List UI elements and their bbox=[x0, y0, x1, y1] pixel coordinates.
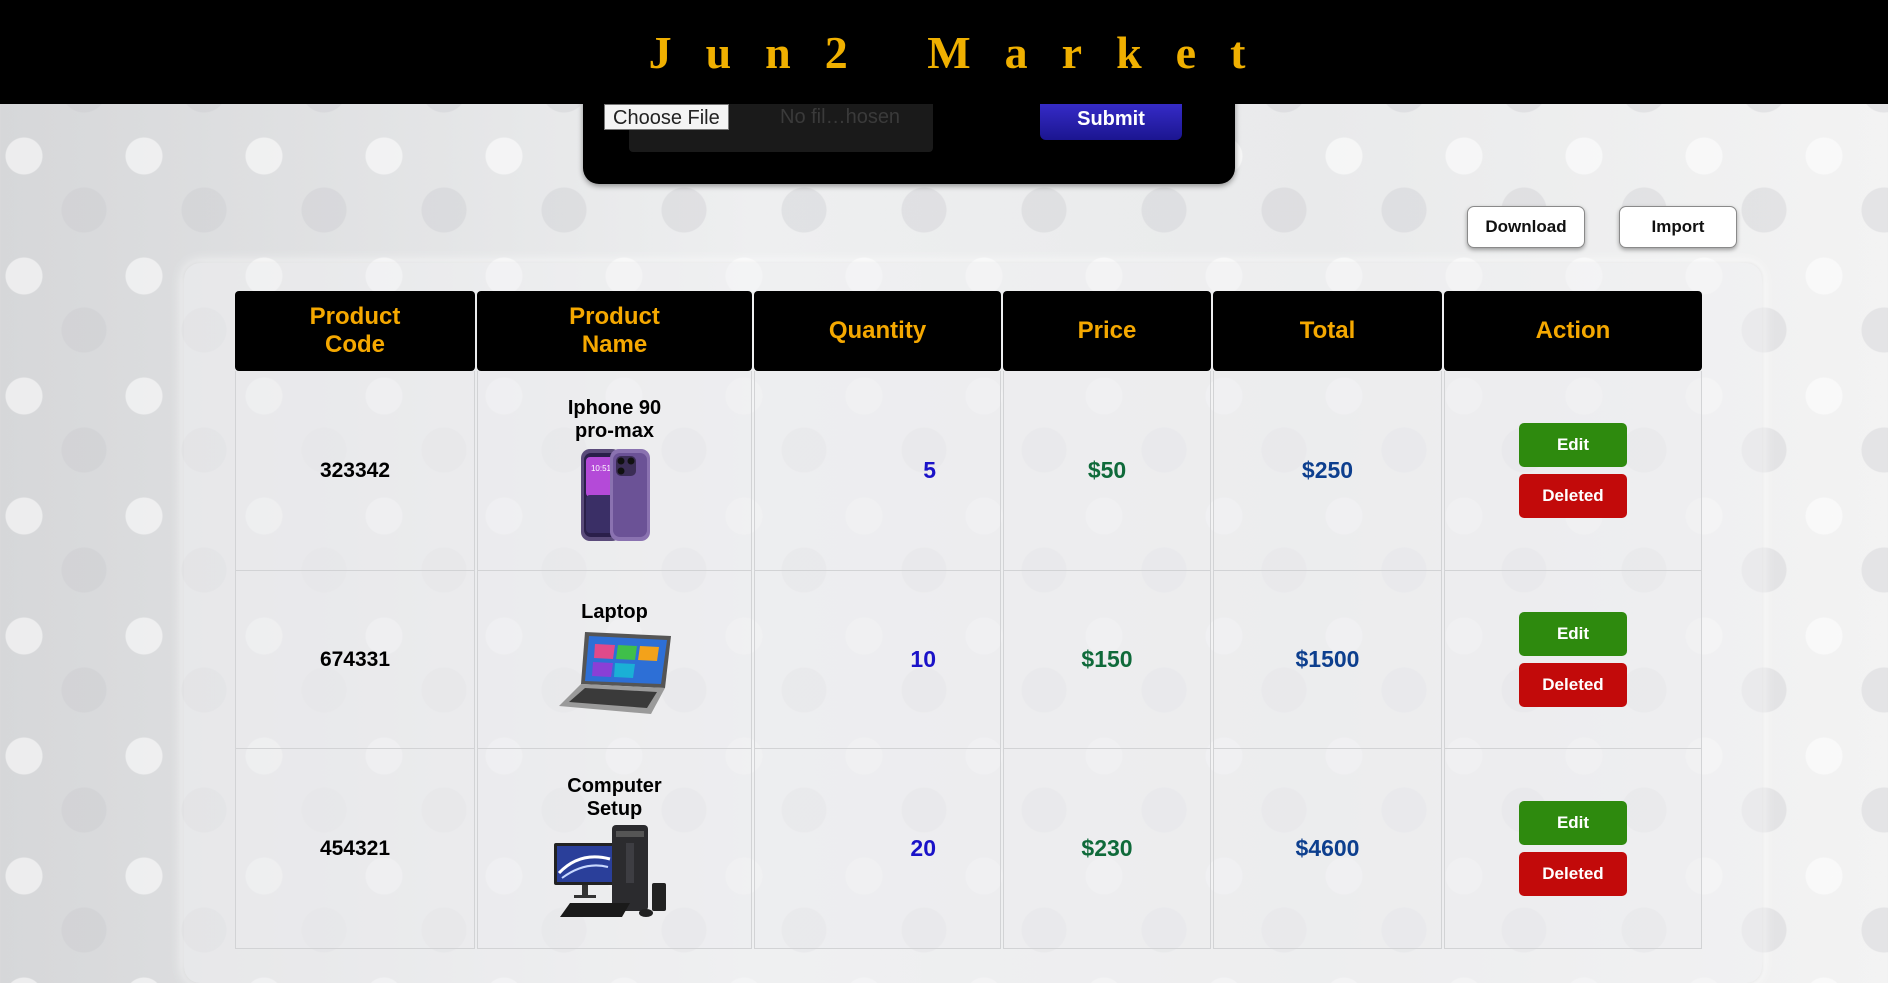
cell-price: $50 bbox=[1003, 371, 1211, 571]
product-name-line: pro-max bbox=[575, 419, 654, 442]
total-value: $4600 bbox=[1295, 835, 1360, 861]
header-total: Total bbox=[1213, 291, 1442, 371]
cell-code: 323342 bbox=[235, 371, 475, 571]
quantity-value: 5 bbox=[923, 457, 936, 483]
product-name-line: Laptop bbox=[581, 601, 648, 623]
cell-action: Edit Deleted bbox=[1444, 749, 1702, 949]
total-value: $1500 bbox=[1295, 646, 1360, 672]
computer-setup-image bbox=[553, 824, 666, 917]
price-value: $150 bbox=[1081, 646, 1133, 672]
table-row: 674331 Laptop 10 $150 $1500 Edit Deleted bbox=[235, 571, 1702, 749]
download-button[interactable]: Download bbox=[1467, 206, 1585, 248]
cell-action: Edit Deleted bbox=[1444, 371, 1702, 571]
header-label: Product bbox=[569, 303, 660, 330]
edit-button[interactable]: Edit bbox=[1519, 612, 1627, 656]
submit-button[interactable]: Submit bbox=[1040, 98, 1182, 140]
cell-name: Laptop bbox=[477, 571, 752, 749]
cell-quantity: 5 bbox=[754, 371, 1001, 571]
cell-action: Edit Deleted bbox=[1444, 571, 1702, 749]
product-code: 674331 bbox=[319, 647, 391, 671]
delete-button[interactable]: Deleted bbox=[1519, 474, 1627, 518]
quantity-value: 10 bbox=[910, 646, 936, 672]
product-code: 454321 bbox=[319, 836, 391, 860]
laptop-image bbox=[558, 632, 671, 714]
choose-file-button[interactable]: Choose File bbox=[604, 104, 729, 130]
product-name-line: Setup bbox=[586, 797, 643, 820]
quantity-value: 20 bbox=[910, 835, 936, 861]
cell-quantity: 10 bbox=[754, 571, 1001, 749]
price-value: $230 bbox=[1081, 835, 1133, 861]
cell-code: 674331 bbox=[235, 571, 475, 749]
cell-name: Iphone 90 pro-max 10:51 bbox=[477, 371, 752, 571]
table-row: 323342 Iphone 90 pro-max 10:51 5 $50 $25… bbox=[235, 371, 1702, 571]
iphone-image: 10:51 bbox=[580, 448, 650, 541]
delete-button[interactable]: Deleted bbox=[1519, 663, 1627, 707]
brand-title: Jun2 Market bbox=[648, 26, 1280, 78]
cell-total: $250 bbox=[1213, 371, 1442, 571]
cell-quantity: 20 bbox=[754, 749, 1001, 949]
header-label: Product bbox=[309, 303, 401, 330]
products-table: Product Code Product Name Quantity Price… bbox=[233, 291, 1704, 949]
top-bar: Jun2 Market bbox=[0, 0, 1888, 104]
delete-button[interactable]: Deleted bbox=[1519, 852, 1627, 896]
product-name: Laptop bbox=[478, 601, 751, 624]
total-value: $250 bbox=[1301, 457, 1354, 483]
table-header-row: Product Code Product Name Quantity Price… bbox=[235, 291, 1702, 371]
product-name: Computer Setup bbox=[478, 775, 751, 821]
product-name-line: Iphone 90 bbox=[567, 396, 662, 419]
product-name-line: Computer bbox=[567, 774, 662, 797]
header-product-name: Product Name bbox=[477, 291, 752, 371]
svg-text:10:51: 10:51 bbox=[590, 464, 611, 473]
header-label: Name bbox=[581, 331, 648, 358]
product-code: 323342 bbox=[319, 458, 391, 482]
file-status-text: No fil…hosen bbox=[780, 106, 901, 128]
cell-total: $4600 bbox=[1213, 749, 1442, 949]
cell-code: 454321 bbox=[235, 749, 475, 949]
edit-button[interactable]: Edit bbox=[1519, 801, 1627, 845]
header-action: Action bbox=[1444, 291, 1702, 371]
header-price: Price bbox=[1003, 291, 1211, 371]
header-product-code: Product Code bbox=[235, 291, 475, 371]
product-name: Iphone 90 pro-max bbox=[478, 397, 751, 443]
header-label: Code bbox=[325, 331, 385, 358]
header-quantity: Quantity bbox=[754, 291, 1001, 371]
cell-price: $230 bbox=[1003, 749, 1211, 949]
cell-price: $150 bbox=[1003, 571, 1211, 749]
cell-total: $1500 bbox=[1213, 571, 1442, 749]
cell-name: Computer Setup bbox=[477, 749, 752, 949]
edit-button[interactable]: Edit bbox=[1519, 423, 1627, 467]
table-row: 454321 Computer Setup 20 $230 $4600 Edit… bbox=[235, 749, 1702, 949]
price-value: $50 bbox=[1087, 457, 1127, 483]
import-button[interactable]: Import bbox=[1619, 206, 1737, 248]
